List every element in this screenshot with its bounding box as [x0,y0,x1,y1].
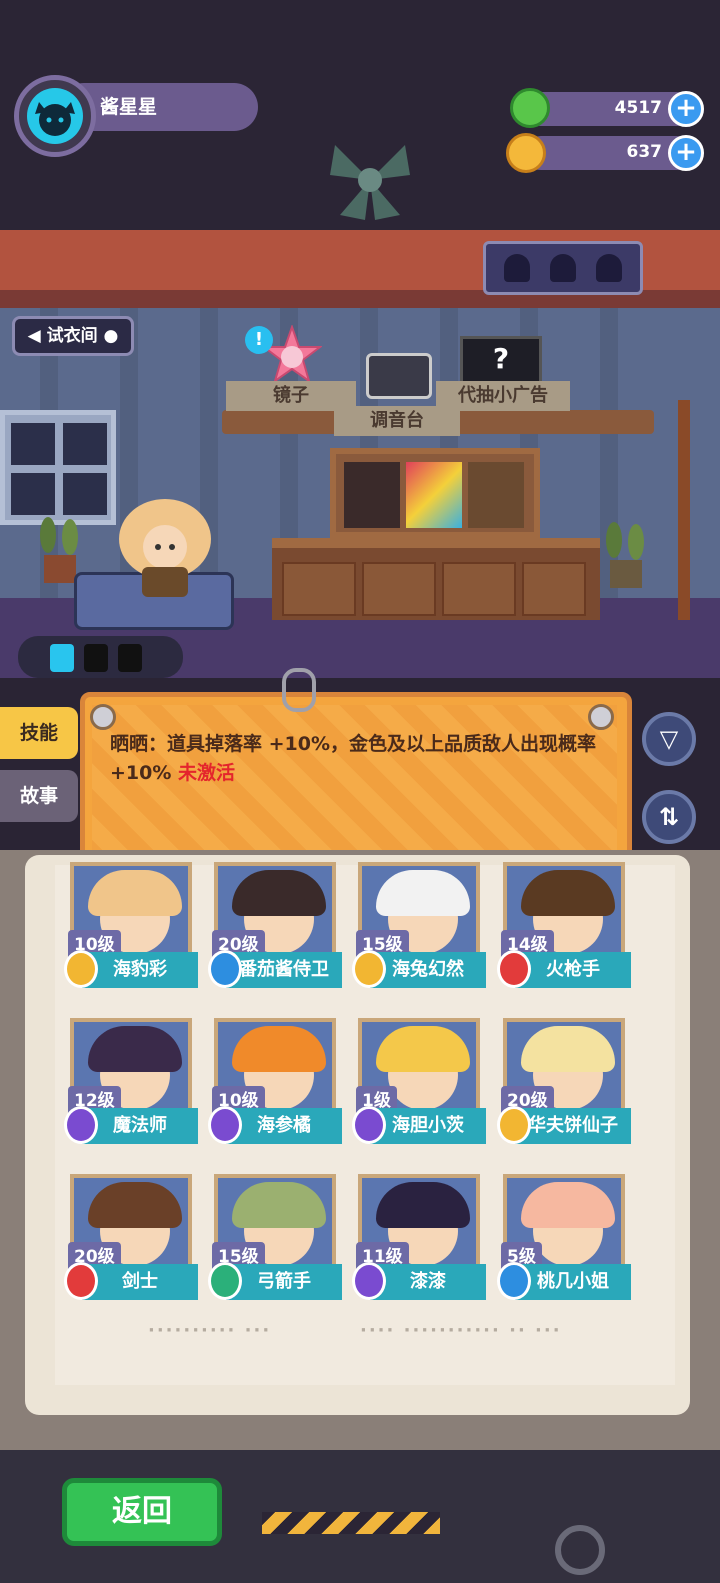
rarity-badge-icon [352,1106,386,1144]
character-name: 海参橘 [226,1108,342,1144]
rarity-badge-icon [208,1106,242,1144]
question-mark: ? [492,342,510,375]
skill-status: 未激活 [178,762,236,784]
character-hair [376,1182,470,1228]
gear-icon [555,1525,605,1575]
battery-icon [118,644,142,672]
tab-skill[interactable]: 技能 [0,707,78,759]
character-hair [88,1182,182,1228]
character-hair [521,870,615,916]
rarity-badge-icon [497,950,531,988]
character-card[interactable]: 10级 海参橘 [208,1018,342,1160]
character-card[interactable]: 12级 魔法师 [64,1018,198,1160]
mixer-icon[interactable] [366,353,432,399]
gold-planet-coin-icon [506,133,546,173]
character-name: 弓箭手 [226,1264,342,1300]
character-name: 魔法师 [82,1108,198,1144]
cat-icon [27,88,83,144]
character-name: 华夫饼仙子 [515,1108,631,1144]
dot-icon: ● [97,326,119,346]
ghost-panel [483,241,643,295]
pin-icon [588,704,614,730]
character-card[interactable]: 1级 海胆小茨 [352,1018,486,1160]
green-gem-coin-icon [510,88,550,128]
window [0,410,116,525]
energy-bar [18,636,183,678]
desk [272,538,600,620]
character-name: 剑士 [82,1264,198,1300]
character-hair [232,1026,326,1072]
back-button[interactable]: 返回 [62,1478,222,1546]
faded-text: ·········· ··· [148,1320,272,1341]
ad-box[interactable]: ? [460,336,542,384]
ghost-icon [550,254,576,282]
character-name: 海胆小茨 [370,1108,486,1144]
room-name: 试衣间 [46,326,98,346]
character-name: 海兔幻然 [370,952,486,988]
ghost-icon [504,254,530,282]
fan-icon [330,145,410,220]
battery-icon [84,644,108,672]
plant-icon [606,522,644,588]
character-name: 番茄酱侍卫 [226,952,342,988]
currency-gems-value: 4517 [614,98,662,118]
filter-icon: ▽ [659,725,679,753]
character-hair [88,1026,182,1072]
character-card[interactable]: 14级 火枪手 [497,862,631,1004]
character-card[interactable]: 20级 华夫饼仙子 [497,1018,631,1160]
rarity-badge-icon [64,1106,98,1144]
player-avatar[interactable] [14,75,96,157]
character-name: 桃几小姐 [515,1264,631,1300]
sort-arrows-icon: ⇅ [658,803,680,831]
add-gems-button[interactable]: + [668,91,704,127]
pin-icon [90,704,116,730]
character-hair [376,870,470,916]
alert-icon: ! [245,326,273,354]
character-hair [521,1026,615,1072]
skill-description: 晒晒：道具掉落率 +10%，金色及以上品质敌人出现概率 +10% 未激活 [110,730,600,788]
character-card[interactable]: 5级 桃几小姐 [497,1174,631,1316]
character-hair [232,870,326,916]
character-hair [88,870,182,916]
character-hair [376,1026,470,1072]
paperclip-icon [282,668,316,712]
rarity-badge-icon [64,950,98,988]
character-hair [521,1182,615,1228]
lightning-icon [50,644,74,672]
player-name: 酱星星 [100,96,158,118]
rarity-badge-icon [208,1262,242,1300]
display-cabinet[interactable] [330,448,540,538]
character-card[interactable]: 10级 海豹彩 [64,862,198,1004]
rarity-badge-icon [64,1262,98,1300]
furniture-label-ad[interactable]: 代抽小广告 [436,381,570,411]
currency-coins-value: 637 [626,142,663,162]
rarity-badge-icon [497,1106,531,1144]
character-card[interactable]: 15级 海兔幻然 [352,862,486,1004]
filter-button[interactable]: ▽ [642,712,696,766]
faded-text: ···· ··········· ·· ··· [360,1320,562,1341]
character-name: 火枪手 [515,952,631,988]
hero-character[interactable] [110,497,220,607]
ghost-icon [596,254,622,282]
character-card[interactable]: 20级 番茄酱侍卫 [208,862,342,1004]
back-arrow-icon: ◀ [27,326,47,346]
coat-rack [678,400,690,620]
rarity-badge-icon [497,1262,531,1300]
rarity-badge-icon [352,950,386,988]
character-card[interactable]: 11级 漆漆 [352,1174,486,1316]
add-coins-button[interactable]: + [668,135,704,171]
rarity-badge-icon [352,1262,386,1300]
room-name-tag[interactable]: ◀ 试衣间 ● [12,316,134,356]
sort-button[interactable]: ⇅ [642,790,696,844]
character-card[interactable]: 20级 剑士 [64,1174,198,1316]
tab-story[interactable]: 故事 [0,770,78,822]
rarity-badge-icon [208,950,242,988]
character-hair [232,1182,326,1228]
character-name: 漆漆 [370,1264,486,1300]
hazard-stripe [262,1512,440,1534]
character-name: 海豹彩 [82,952,198,988]
character-card[interactable]: 15级 弓箭手 [208,1174,342,1316]
